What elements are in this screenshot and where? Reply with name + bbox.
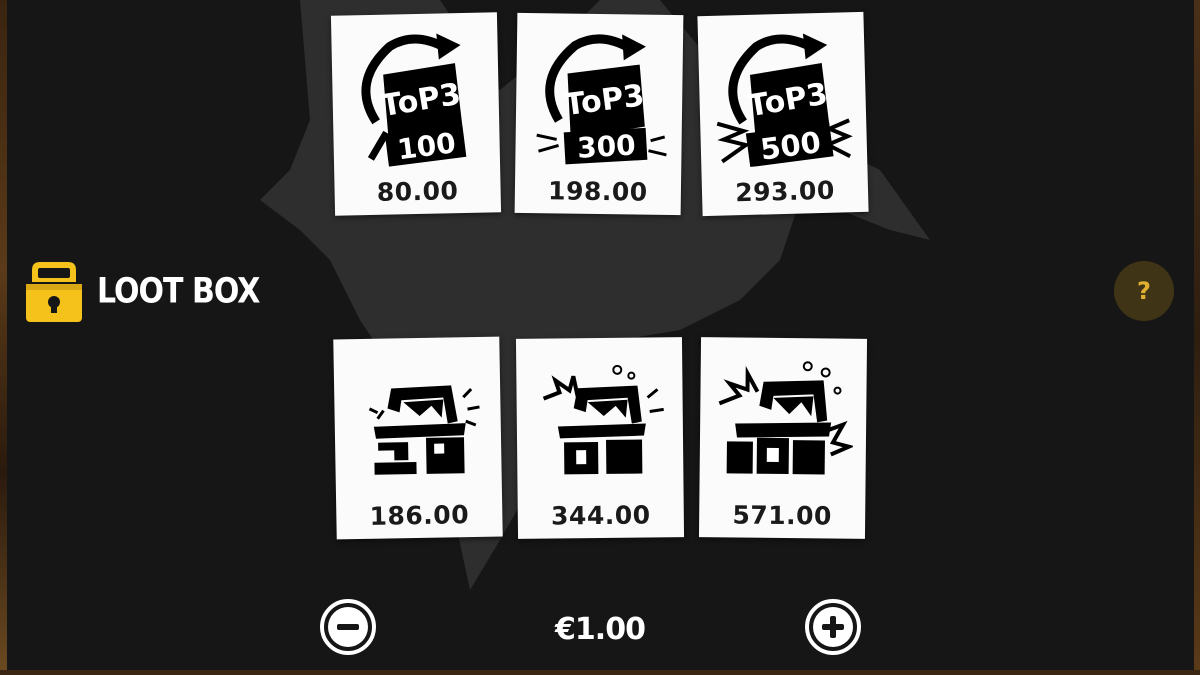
increase-bet-button[interactable] bbox=[805, 599, 861, 655]
buy-option-loot-chest-medium[interactable]: 344.00 bbox=[515, 337, 685, 539]
buy-option-top3-100[interactable]: ToP3 100 80.00 bbox=[330, 12, 502, 216]
right-edge-art bbox=[1194, 0, 1200, 675]
decrease-bet-button[interactable] bbox=[320, 599, 376, 655]
bet-amount: €1.00 bbox=[555, 612, 646, 647]
svg-text:500: 500 bbox=[758, 125, 822, 167]
svg-text:300: 300 bbox=[576, 129, 636, 165]
option-price: 293.00 bbox=[734, 175, 836, 208]
minus-icon bbox=[328, 607, 368, 647]
option-price: 571.00 bbox=[732, 500, 833, 531]
help-icon: ? bbox=[1137, 277, 1151, 305]
buy-option-loot-chest-large[interactable]: 571.00 bbox=[698, 337, 868, 539]
buy-option-top3-300[interactable]: ToP3 300 198.00 bbox=[514, 12, 684, 216]
treasure-chest-icon bbox=[26, 262, 82, 322]
option-price: 80.00 bbox=[376, 176, 459, 207]
option-price: 344.00 bbox=[550, 500, 651, 531]
top3-300-icon: ToP3 300 bbox=[536, 34, 667, 165]
loot-chest-small-icon bbox=[368, 385, 480, 475]
bottom-edge-art bbox=[0, 670, 1200, 675]
loot-box-label: LOOT BOX bbox=[97, 270, 260, 312]
left-edge-art bbox=[0, 0, 7, 675]
loot-chest-large-icon bbox=[718, 361, 854, 475]
plus-icon bbox=[813, 607, 853, 647]
buy-option-top3-500[interactable]: ToP3 500 293.00 bbox=[697, 11, 869, 217]
loot-chest-medium-icon bbox=[542, 364, 664, 475]
option-price: 186.00 bbox=[369, 500, 470, 531]
buy-option-loot-chest-small[interactable]: 186.00 bbox=[333, 336, 503, 540]
top3-500-icon: ToP3 500 bbox=[716, 33, 853, 168]
top3-100-icon: ToP3 100 bbox=[361, 33, 467, 167]
help-button[interactable]: ? bbox=[1114, 261, 1174, 321]
option-price: 198.00 bbox=[547, 176, 648, 207]
loot-box-header: LOOT BOX bbox=[24, 258, 260, 324]
svg-text:100: 100 bbox=[395, 126, 457, 166]
